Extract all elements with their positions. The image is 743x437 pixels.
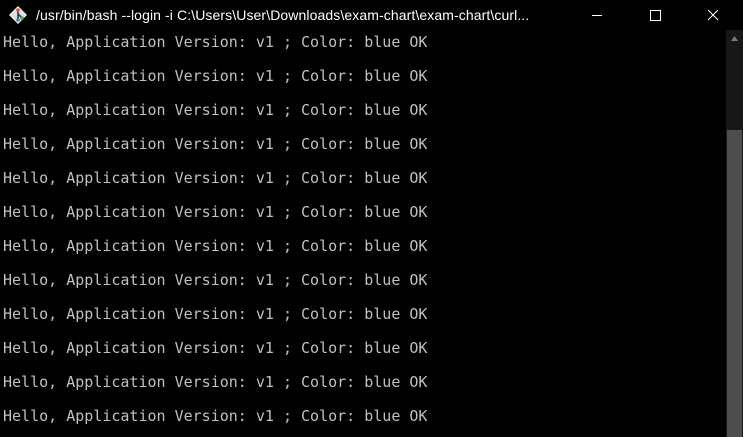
close-button[interactable] bbox=[690, 0, 736, 30]
terminal-line: Hello, Application Version: v1 ; Color: … bbox=[3, 305, 428, 323]
close-icon bbox=[707, 9, 719, 21]
terminal-line: Hello, Application Version: v1 ; Color: … bbox=[3, 169, 428, 187]
terminal-line: Hello, Application Version: v1 ; Color: … bbox=[3, 67, 428, 85]
vertical-scrollbar[interactable] bbox=[726, 30, 743, 437]
terminal-line: Hello, Application Version: v1 ; Color: … bbox=[3, 373, 428, 391]
title-bar[interactable]: /usr/bin/bash --login -i C:\Users\User\D… bbox=[0, 0, 743, 30]
terminal-window: /usr/bin/bash --login -i C:\Users\User\D… bbox=[0, 0, 743, 437]
minimize-button[interactable] bbox=[574, 0, 620, 30]
terminal-line: Hello, Application Version: v1 ; Color: … bbox=[3, 135, 428, 153]
scroll-up-icon[interactable] bbox=[726, 30, 743, 47]
terminal-output[interactable]: Hello, Application Version: v1 ; Color: … bbox=[0, 30, 726, 437]
scrollbar-thumb[interactable] bbox=[727, 130, 742, 437]
terminal-line: Hello, Application Version: v1 ; Color: … bbox=[3, 237, 428, 255]
terminal-line: Hello, Application Version: v1 ; Color: … bbox=[3, 271, 428, 289]
terminal-line: Hello, Application Version: v1 ; Color: … bbox=[3, 33, 428, 51]
maximize-icon bbox=[650, 10, 661, 21]
terminal-line: Hello, Application Version: v1 ; Color: … bbox=[3, 407, 428, 425]
terminal-line: Hello, Application Version: v1 ; Color: … bbox=[3, 101, 428, 119]
terminal-line: Hello, Application Version: v1 ; Color: … bbox=[3, 203, 428, 221]
git-bash-icon[interactable] bbox=[8, 5, 28, 25]
terminal-line: Hello, Application Version: v1 ; Color: … bbox=[3, 339, 428, 357]
window-title: /usr/bin/bash --login -i C:\Users\User\D… bbox=[36, 7, 530, 23]
maximize-button[interactable] bbox=[632, 0, 678, 30]
minimize-icon bbox=[592, 15, 602, 16]
